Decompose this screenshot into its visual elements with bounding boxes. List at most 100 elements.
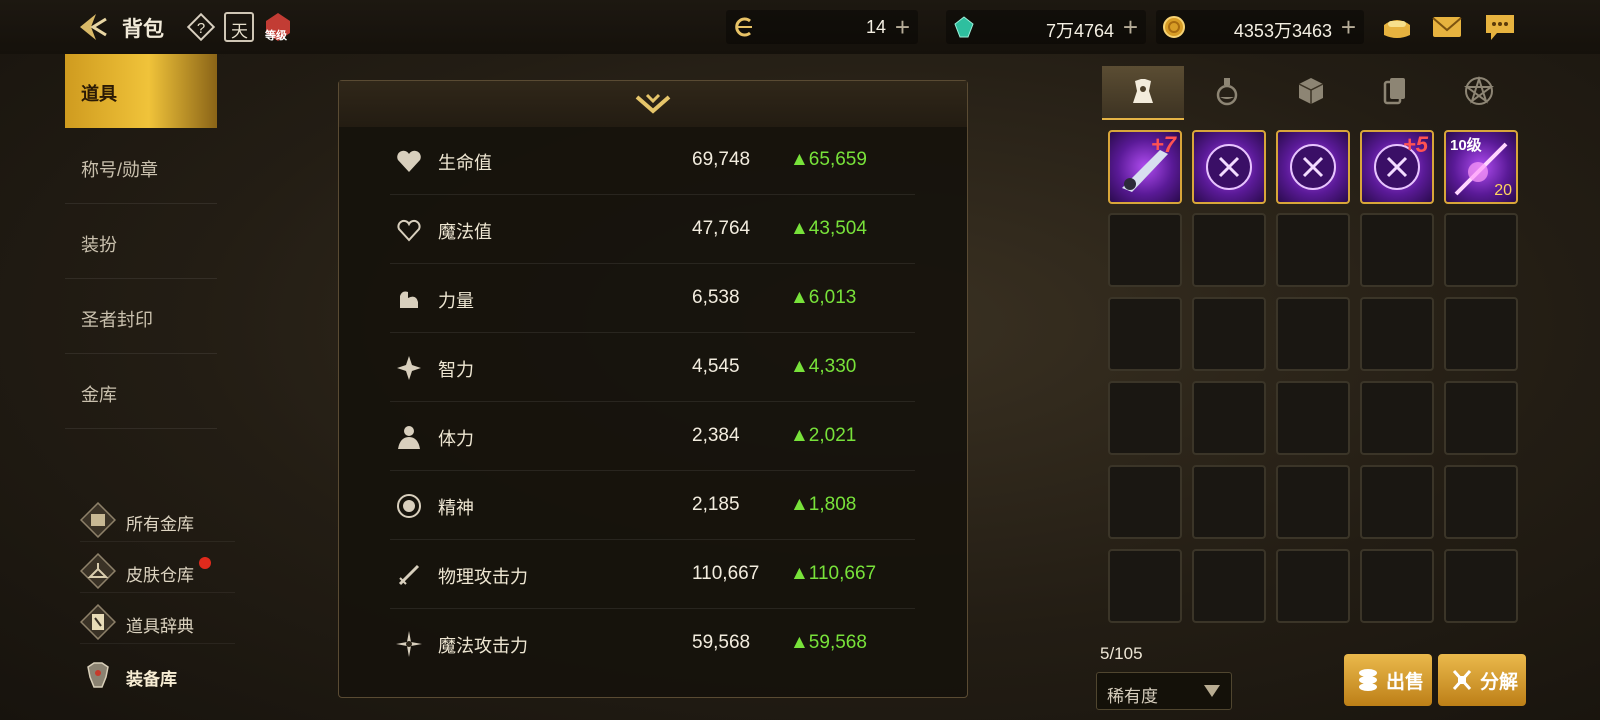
intellect-icon bbox=[397, 356, 421, 380]
potion-tab-icon bbox=[1216, 78, 1238, 106]
stat-row-vitality: 体力 2,384 ▲2,021 bbox=[390, 402, 915, 471]
empty-slot[interactable] bbox=[1108, 213, 1182, 287]
tab-consumables[interactable] bbox=[1186, 66, 1268, 120]
empty-slot[interactable] bbox=[1444, 381, 1518, 455]
empty-slot[interactable] bbox=[1276, 297, 1350, 371]
calendar-icon[interactable]: 天 bbox=[224, 12, 254, 42]
muscle-icon bbox=[400, 291, 418, 308]
sidebar-item-costume[interactable]: 装扮 bbox=[65, 205, 217, 279]
sidebar-item-holy-seal[interactable]: 圣者封印 bbox=[65, 280, 217, 354]
stat-value: 59,568 bbox=[692, 632, 751, 653]
sort-value: 稀有度 bbox=[1107, 687, 1158, 706]
stat-name: 智力 bbox=[438, 360, 474, 380]
stat-increase: ▲4,330 bbox=[790, 356, 857, 377]
empty-slot[interactable] bbox=[1276, 381, 1350, 455]
disassemble-button[interactable]: 分解 bbox=[1438, 654, 1526, 706]
empty-slot[interactable] bbox=[1108, 465, 1182, 539]
item-slot-weapon[interactable]: +7 bbox=[1108, 130, 1182, 204]
equipment-library-label: 装备库 bbox=[126, 670, 177, 689]
empty-slot[interactable] bbox=[1276, 465, 1350, 539]
chat-icon[interactable] bbox=[1483, 11, 1517, 43]
empty-slot[interactable] bbox=[1444, 465, 1518, 539]
empty-slot[interactable] bbox=[1360, 297, 1434, 371]
all-vaults-button[interactable]: 所有金库 bbox=[80, 498, 235, 542]
empty-slot[interactable] bbox=[1360, 465, 1434, 539]
item-slot-orb[interactable]: +5 bbox=[1360, 130, 1434, 204]
empty-slot[interactable] bbox=[1192, 465, 1266, 539]
armor-icon bbox=[87, 662, 109, 688]
stat-row-strength: 力量 6,538 ▲6,013 bbox=[390, 264, 915, 333]
empty-slot[interactable] bbox=[1444, 213, 1518, 287]
empty-slot[interactable] bbox=[1360, 213, 1434, 287]
gem-add-button[interactable]: + bbox=[1123, 12, 1138, 43]
empty-slot[interactable] bbox=[1276, 549, 1350, 623]
mail-icon[interactable] bbox=[1430, 11, 1464, 43]
equipment-library-button[interactable]: 装备库 bbox=[80, 653, 235, 697]
chevron-down-icon[interactable] bbox=[635, 91, 671, 117]
gold-add-button[interactable]: + bbox=[1341, 12, 1356, 43]
question-icon[interactable]: ? bbox=[186, 12, 216, 42]
empty-slot[interactable] bbox=[1444, 297, 1518, 371]
sell-button[interactable]: 出售 bbox=[1344, 654, 1432, 706]
item-dictionary-button[interactable]: 道具辞典 bbox=[80, 600, 235, 644]
empty-slot[interactable] bbox=[1108, 549, 1182, 623]
currency-gold: 4353万3463 + bbox=[1156, 10, 1364, 44]
empty-slot[interactable] bbox=[1192, 381, 1266, 455]
empty-slot[interactable] bbox=[1108, 381, 1182, 455]
empty-slot[interactable] bbox=[1192, 549, 1266, 623]
stat-name: 物理攻击力 bbox=[438, 567, 528, 587]
green-gem-icon bbox=[954, 16, 974, 38]
item-slot-orb[interactable] bbox=[1276, 130, 1350, 204]
spirit-icon bbox=[397, 494, 421, 518]
stat-increase: ▲6,013 bbox=[790, 287, 857, 308]
empty-slot[interactable] bbox=[1360, 381, 1434, 455]
sidebar-item-titles[interactable]: 称号/勋章 bbox=[65, 130, 217, 204]
ticket-add-button[interactable]: + bbox=[895, 12, 910, 43]
stat-name: 生命值 bbox=[438, 153, 492, 173]
stat-row-intelligence: 智力 4,545 ▲4,330 bbox=[390, 333, 915, 402]
sidebar-item-label: 装扮 bbox=[81, 235, 117, 255]
heart-outline-icon bbox=[397, 219, 421, 242]
skin-storage-button[interactable]: 皮肤仓库 bbox=[80, 549, 235, 593]
sidebar-item-items[interactable]: 道具 bbox=[65, 54, 217, 128]
stat-row-spirit: 精神 2,185 ▲1,808 bbox=[390, 471, 915, 540]
empty-slot[interactable] bbox=[1192, 213, 1266, 287]
gem-count: 7万4764 bbox=[1045, 21, 1114, 41]
stat-value: 2,384 bbox=[692, 425, 740, 446]
sort-dropdown[interactable]: 稀有度 bbox=[1096, 672, 1232, 710]
level-badge[interactable]: 等级 bbox=[262, 11, 294, 43]
stat-value: 6,538 bbox=[692, 287, 740, 308]
tab-materials[interactable] bbox=[1270, 66, 1352, 120]
sidebar-item-vault[interactable]: 金库 bbox=[65, 355, 217, 429]
back-icon[interactable] bbox=[74, 11, 108, 43]
item-dictionary-label: 道具辞典 bbox=[126, 617, 194, 636]
stat-name: 力量 bbox=[438, 291, 474, 311]
stat-row-hp: 生命值 69,748 ▲65,659 bbox=[390, 126, 915, 195]
hanger-icon bbox=[80, 553, 116, 589]
tab-pentagram[interactable] bbox=[1438, 66, 1520, 120]
stat-name: 魔法攻击力 bbox=[438, 636, 528, 656]
stat-value: 47,764 bbox=[692, 218, 751, 239]
enhance-level: +7 bbox=[1150, 132, 1176, 157]
vault-icon bbox=[80, 502, 116, 538]
level-badge-label: 等级 bbox=[265, 30, 287, 42]
item-slot-orb[interactable] bbox=[1192, 130, 1266, 204]
body-icon bbox=[398, 426, 420, 449]
empty-slot[interactable] bbox=[1360, 549, 1434, 623]
stat-row-physical-attack: 物理攻击力 110,667 ▲110,667 bbox=[390, 540, 915, 609]
item-slot-scroll[interactable]: 10级 20 bbox=[1444, 130, 1518, 204]
disassemble-icon bbox=[1452, 670, 1472, 690]
top-bar: 背包 ? 天 等级 14 + 7万4764 + 4353万3463 + bbox=[0, 0, 1600, 54]
empty-slot[interactable] bbox=[1108, 297, 1182, 371]
empty-slot[interactable] bbox=[1276, 213, 1350, 287]
stat-value: 69,748 bbox=[692, 149, 751, 170]
sidebar-item-label: 道具 bbox=[81, 84, 117, 104]
empty-slot[interactable] bbox=[1192, 297, 1266, 371]
ticket-coin-icon bbox=[735, 17, 752, 37]
coin-purse-icon[interactable] bbox=[1380, 11, 1414, 43]
stat-increase: ▲43,504 bbox=[790, 218, 867, 239]
tab-cards[interactable] bbox=[1354, 66, 1436, 120]
tab-equipment[interactable] bbox=[1102, 66, 1184, 120]
sidebar-item-label: 圣者封印 bbox=[81, 310, 153, 330]
empty-slot[interactable] bbox=[1444, 549, 1518, 623]
